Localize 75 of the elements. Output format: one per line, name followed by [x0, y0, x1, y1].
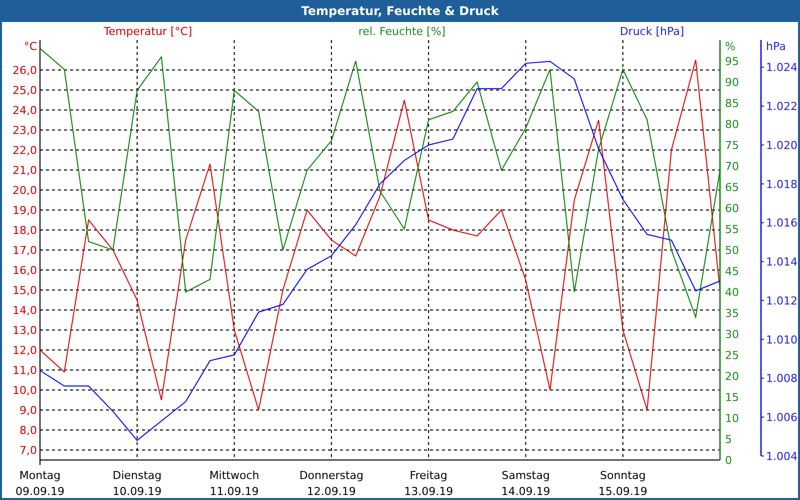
axis-tick-label: 13,0	[12, 324, 37, 337]
axis-tick-label: 20,0	[12, 184, 37, 197]
series-title: rel. Feuchte [%]	[358, 25, 446, 38]
axis-tick-label: 1.014	[766, 256, 798, 269]
axis-tick-label: 14,0	[12, 304, 37, 317]
tick-mark	[760, 106, 764, 107]
axis-tick-label: 15	[725, 391, 739, 404]
tick-mark	[760, 378, 764, 379]
axis-tick-label: Freitag 13.09.19	[404, 469, 454, 498]
axis-tick-label: 11,0	[12, 364, 37, 377]
axis-tick-label: 25,0	[12, 84, 37, 97]
axis-tick-label: 1.020	[766, 138, 798, 152]
series-title: Temperatur [°C]	[104, 25, 192, 38]
window-title: Temperatur, Feuchte & Druck	[301, 3, 499, 20]
axis-tick-label: 7,0	[20, 444, 37, 457]
axis-tick-label: 10,0	[12, 384, 37, 397]
axis-tick-label: 45	[725, 265, 739, 278]
axis-tick-label: 1.018	[766, 178, 798, 191]
axis-tick-label: 20	[725, 370, 739, 383]
axis-tick-label: Donnerstag 12.09.19	[299, 469, 364, 498]
axis-tick-label: 24,0	[12, 104, 37, 117]
axis-tick-label: 16,0	[12, 264, 37, 277]
axis-tick-label: 70	[725, 160, 739, 173]
axis-tick-label: 15,0	[12, 284, 37, 297]
axis-tick-label: Samstag 14.09.19	[501, 469, 550, 498]
tick-mark	[760, 144, 764, 146]
axis-tick-label: 5	[725, 433, 732, 446]
axis-tick-label: 85	[725, 97, 739, 110]
tick-mark	[760, 261, 764, 262]
axis-tick-label: 17,0	[12, 244, 37, 257]
axis-tick-label: 19,0	[12, 204, 37, 217]
tick-mark	[760, 300, 764, 301]
axis-tick-label: Montag 09.09.19	[16, 469, 64, 498]
axis-tick-label: 1.022	[766, 100, 798, 114]
axis-tick-label: 1.006	[766, 411, 798, 424]
axis-tick-label: 9,0	[20, 404, 37, 417]
axis-tick-label: 30	[725, 328, 739, 341]
axis-tick-label: 8,0	[20, 424, 37, 437]
axis-tick-label: 40	[725, 286, 739, 299]
axis-unit: °C	[24, 40, 37, 53]
axis-unit: hPa	[766, 40, 786, 53]
axis-tick-label: 25	[725, 349, 739, 362]
axis-tick-label: 60	[725, 202, 739, 215]
tick-mark	[760, 416, 764, 418]
axis-tick-label: 26,0	[12, 64, 37, 77]
axis-tick-label: 35	[725, 307, 739, 320]
axis-tick-label: 1.016	[766, 216, 798, 230]
axis-tick-label: 55	[725, 223, 739, 236]
axis-unit: %	[725, 40, 736, 53]
axis-tick-label: 1.008	[766, 372, 798, 386]
tick-mark	[760, 222, 764, 224]
tick-mark	[760, 66, 764, 68]
axis-tick-label: 90	[725, 76, 739, 89]
axis-tick-label: 10	[725, 412, 739, 425]
axis-tick-label: 1.024	[766, 61, 798, 74]
axis-tick-label: Dienstag 10.09.19	[112, 469, 162, 498]
axis-tick-label: 12,0	[12, 344, 37, 357]
axis-tick-label: Sonntag 15.09.19	[598, 469, 648, 498]
axis-tick-label: 23,0	[12, 124, 37, 137]
axis-tick-label: 1.004	[766, 450, 798, 463]
tick-mark	[760, 338, 764, 340]
axis-tick-label: 75	[725, 139, 739, 152]
axis-tick-label: 21,0	[12, 164, 37, 177]
series-title: Druck [hPa]	[620, 25, 684, 38]
tick-mark	[760, 183, 764, 184]
axis-tick-label: 50	[725, 244, 739, 257]
axis-tick-label: 1.012	[766, 294, 798, 308]
axis-tick-label: 1.010	[766, 333, 798, 346]
axis-tick-label: Mittwoch 11.09.19	[209, 469, 260, 498]
axis-tick-label: 18,0	[12, 224, 37, 237]
axis-tick-label: 80	[725, 118, 739, 131]
axis-tick-label: 22,0	[12, 144, 37, 157]
axis-tick-label: 0	[725, 454, 732, 467]
axis-tick-label: 65	[725, 181, 739, 194]
axis-tick-label: 95	[725, 55, 739, 68]
